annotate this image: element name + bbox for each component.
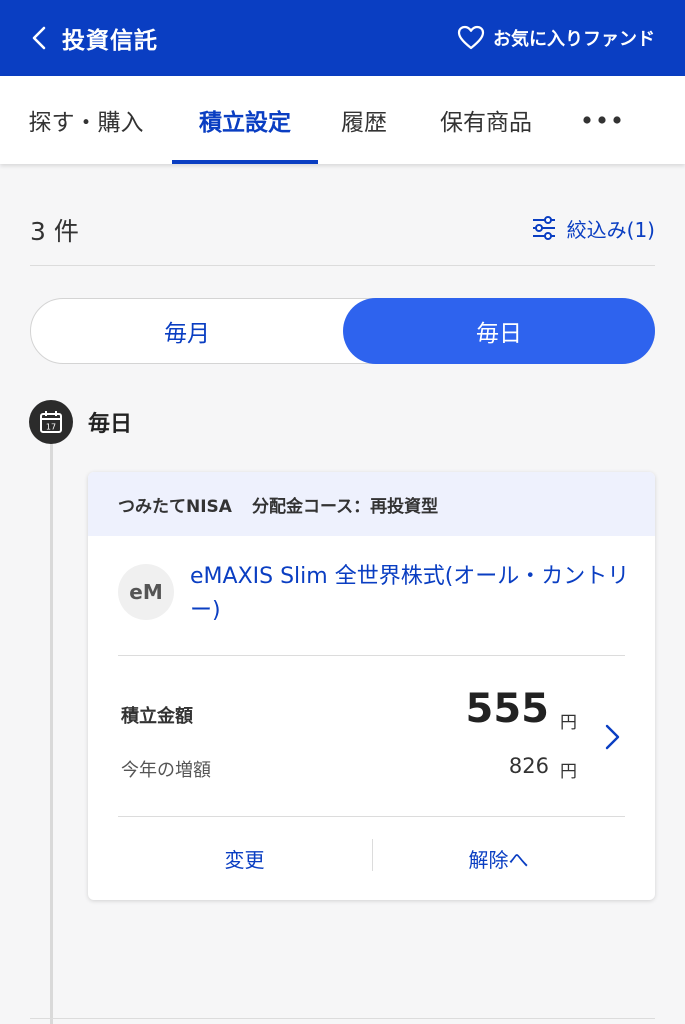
segment-daily[interactable]: 毎日 bbox=[343, 298, 655, 364]
chevron-left-icon bbox=[32, 26, 46, 50]
tab-history[interactable]: 履歴 bbox=[336, 76, 392, 164]
cancel-settings-button[interactable]: 解除へ bbox=[372, 817, 625, 900]
card-header: つみたてNISA 分配金コース：再投資型 bbox=[88, 472, 655, 536]
filter-label: 絞込み(1) bbox=[566, 217, 655, 242]
amount-unit: 円 bbox=[560, 713, 577, 733]
divider bbox=[118, 655, 625, 656]
result-count: 3 件 bbox=[30, 217, 79, 246]
increase-value: 826 bbox=[508, 754, 549, 778]
segment-monthly[interactable]: 毎月 bbox=[31, 298, 343, 364]
tab-search-purchase[interactable]: 探す・購入 bbox=[22, 76, 150, 164]
calendar-icon: 17 bbox=[40, 411, 62, 433]
amount-label: 積立金額 bbox=[121, 706, 193, 727]
filter-sliders-icon bbox=[532, 216, 555, 240]
favorite-funds-label: お気に入りファンド bbox=[493, 29, 655, 50]
frequency-segment: 毎月 毎日 bbox=[30, 298, 655, 364]
page-title: 投資信託 bbox=[62, 28, 158, 54]
tab-bar: 探す・購入 積立設定 履歴 保有商品 bbox=[0, 76, 685, 164]
calendar-badge: 17 bbox=[29, 400, 73, 444]
distribution-course: 分配金コース：再投資型 bbox=[251, 496, 439, 517]
section-title: 毎日 bbox=[88, 412, 133, 437]
calendar-day: 17 bbox=[46, 423, 56, 432]
more-tabs-button[interactable] bbox=[572, 76, 632, 164]
fund-avatar: eM bbox=[118, 564, 174, 620]
accumulation-card: つみたてNISA 分配金コース：再投資型 eM eMAXIS Slim 全世界株… bbox=[88, 472, 655, 900]
increase-label: 今年の増額 bbox=[121, 760, 211, 781]
filter-button[interactable]: 絞込み(1) bbox=[531, 212, 655, 244]
result-header: 3 件 絞込み(1) bbox=[30, 200, 655, 266]
tab-holdings[interactable]: 保有商品 bbox=[434, 76, 538, 164]
timeline-line bbox=[50, 440, 53, 1024]
favorite-funds-button[interactable]: お気に入りファンド bbox=[457, 20, 655, 56]
detail-button[interactable] bbox=[600, 722, 624, 752]
increase-unit: 円 bbox=[560, 762, 577, 782]
amount-value: 555 bbox=[465, 686, 550, 732]
divider bbox=[30, 1018, 655, 1019]
account-type: つみたてNISA bbox=[118, 496, 232, 517]
app-header: 投資信託 お気に入りファンド bbox=[0, 0, 685, 76]
heart-icon bbox=[457, 25, 485, 50]
change-button[interactable]: 変更 bbox=[118, 817, 371, 900]
back-button[interactable]: 投資信託 bbox=[30, 18, 158, 58]
fund-name-link[interactable]: eMAXIS Slim 全世界株式(オール・カントリー) bbox=[190, 560, 630, 628]
tab-accumulation-settings[interactable]: 積立設定 bbox=[172, 76, 318, 164]
chevron-right-icon bbox=[605, 724, 620, 750]
more-dots-icon bbox=[583, 116, 621, 124]
